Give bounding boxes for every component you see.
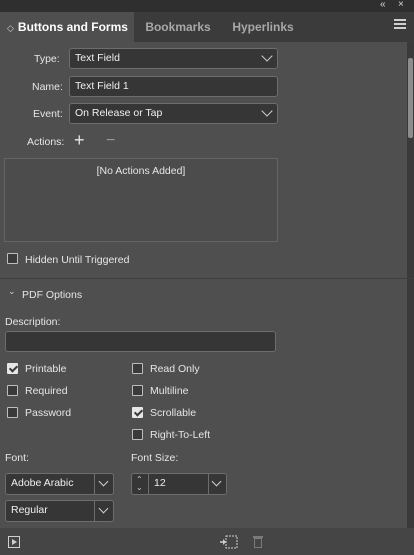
- password-label: Password: [25, 407, 72, 419]
- font-size-field[interactable]: ⌃ ⌄ 12: [131, 473, 227, 495]
- multiline-checkbox[interactable]: [132, 385, 143, 396]
- tab-bookmarks[interactable]: Bookmarks: [134, 12, 222, 42]
- type-label: Type:: [34, 53, 60, 65]
- font-label: Font:: [5, 452, 29, 464]
- tab-buttons-and-forms[interactable]: ◇ Buttons and Forms: [0, 12, 134, 42]
- section-divider: [0, 278, 414, 279]
- multiline-label: Multiline: [150, 385, 189, 397]
- tab-label: Buttons and Forms: [17, 20, 128, 34]
- font-size-label: Font Size:: [131, 452, 179, 464]
- convert-to-button-icon[interactable]: [220, 535, 238, 549]
- scrollbar[interactable]: [407, 42, 414, 542]
- chevron-down-icon: [98, 476, 109, 487]
- read-only-checkbox[interactable]: [132, 363, 143, 374]
- font-family-select[interactable]: Adobe Arabic: [5, 473, 114, 495]
- buttons-and-forms-panel: « × ◇ Buttons and Forms Bookmarks Hyperli…: [0, 0, 414, 555]
- scrollable-label: Scrollable: [150, 407, 197, 419]
- name-input[interactable]: Text Field 1: [69, 76, 278, 97]
- printable-checkbox[interactable]: [7, 363, 18, 374]
- collapse-panel-button[interactable]: «: [380, 0, 386, 10]
- tab-hyperlinks[interactable]: Hyperlinks: [222, 12, 304, 42]
- actions-label: Actions:: [27, 136, 65, 148]
- stepper-icon[interactable]: ⌃ ⌄: [136, 476, 143, 492]
- read-only-label: Read Only: [150, 363, 200, 375]
- name-value: Text Field 1: [75, 80, 129, 92]
- panel-title-strip: « ×: [0, 0, 414, 12]
- hidden-until-triggered-checkbox[interactable]: [7, 253, 18, 264]
- tab-label: Bookmarks: [145, 20, 211, 34]
- printable-label: Printable: [25, 363, 67, 375]
- add-action-button[interactable]: +: [74, 131, 85, 149]
- panel-footer: [0, 528, 414, 555]
- actions-empty-text: [No Actions Added]: [96, 165, 186, 177]
- close-panel-button[interactable]: ×: [398, 0, 404, 10]
- tab-label: Hyperlinks: [232, 20, 294, 34]
- password-checkbox[interactable]: [7, 407, 18, 418]
- scrollable-checkbox[interactable]: [132, 407, 143, 418]
- type-value: Text Field: [75, 52, 120, 64]
- chevron-down-icon: [261, 50, 273, 62]
- event-label: Event:: [33, 108, 63, 120]
- pdf-options-header[interactable]: PDF Options: [22, 289, 82, 301]
- font-size-value: 12: [154, 477, 166, 489]
- chevron-down-icon[interactable]: ⌄: [8, 286, 16, 297]
- font-style-value: Regular: [11, 504, 48, 516]
- panel-menu-icon[interactable]: [394, 19, 406, 33]
- type-select[interactable]: Text Field: [69, 48, 278, 69]
- event-value: On Release or Tap: [75, 107, 163, 119]
- event-select[interactable]: On Release or Tap: [69, 103, 278, 124]
- hidden-until-triggered-label: Hidden Until Triggered: [25, 254, 130, 266]
- right-to-left-checkbox[interactable]: [132, 429, 143, 440]
- preview-icon[interactable]: [8, 536, 20, 548]
- collapse-diamond-icon: ◇: [7, 23, 14, 33]
- required-label: Required: [25, 385, 68, 397]
- description-input[interactable]: [5, 331, 276, 352]
- remove-action-button[interactable]: −: [106, 133, 115, 149]
- scrollbar-thumb[interactable]: [408, 58, 413, 138]
- right-to-left-label: Right-To-Left: [150, 429, 211, 441]
- chevron-down-icon: [98, 503, 109, 514]
- actions-list[interactable]: [No Actions Added]: [4, 158, 278, 242]
- chevron-down-icon: [211, 476, 222, 487]
- description-label: Description:: [5, 316, 61, 328]
- required-checkbox[interactable]: [7, 385, 18, 396]
- font-family-value: Adobe Arabic: [11, 477, 74, 489]
- font-style-select[interactable]: Regular: [5, 500, 114, 522]
- name-label: Name:: [32, 81, 63, 93]
- trash-icon[interactable]: [252, 535, 264, 548]
- chevron-down-icon: [261, 105, 273, 117]
- panel-tab-bar: ◇ Buttons and Forms Bookmarks Hyperlinks: [0, 12, 414, 42]
